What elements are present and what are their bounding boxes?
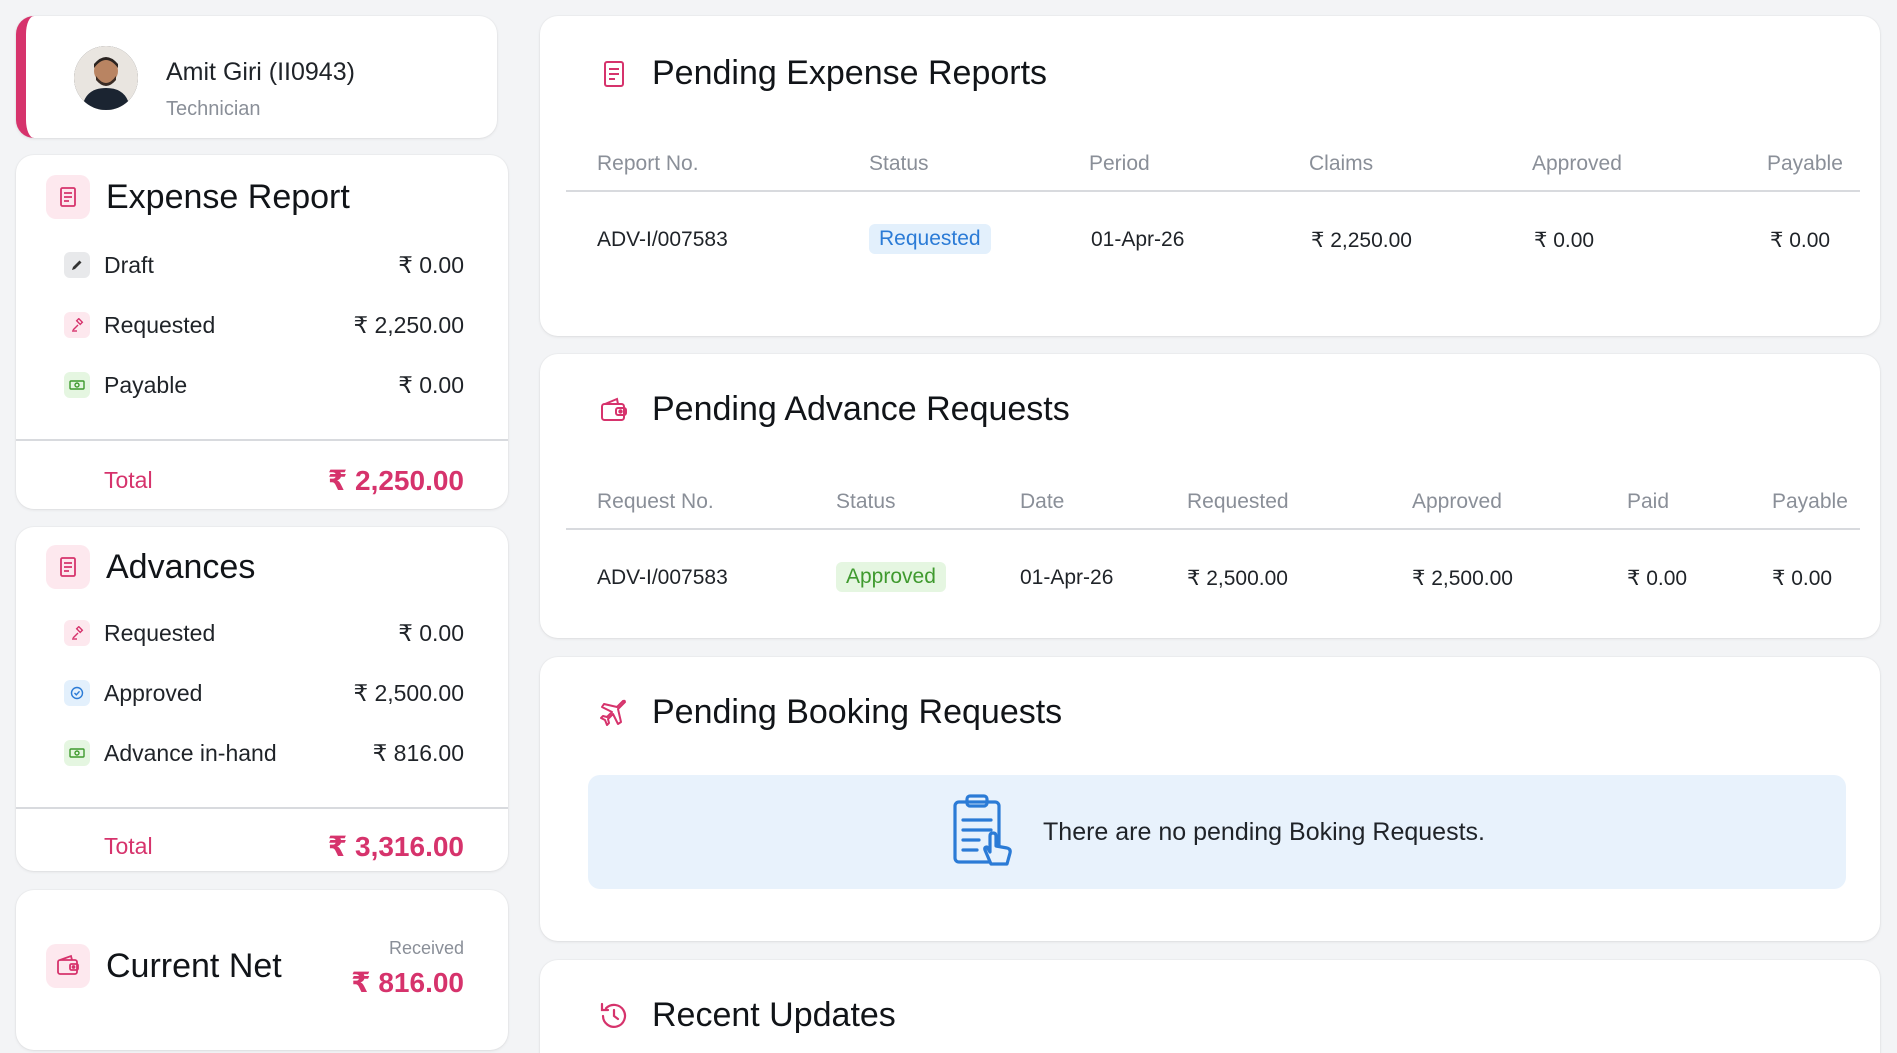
receipt-icon [46, 175, 90, 219]
profile-role: Technician [166, 98, 261, 120]
receipt-icon [46, 545, 90, 589]
advances-total-value: ₹ 3,316.00 [327, 830, 464, 862]
col-paid: Paid [1627, 490, 1670, 513]
expense-total-label: Total [104, 466, 153, 493]
advances-card: Advances Requested ₹ 0.00 Approved ₹ 2,5… [16, 527, 508, 871]
recent-updates-card: Recent Updates [540, 960, 1880, 1053]
recent-updates-title: Recent Updates [652, 996, 896, 1034]
claims-cell: ₹ 2,250.00 [1311, 229, 1412, 252]
expense-draft-row[interactable]: Draft ₹ 0.00 [64, 245, 464, 285]
col-status: Status [869, 152, 929, 175]
current-net-title: Current Net [106, 946, 282, 985]
received-value: ₹ 816.00 [351, 967, 464, 998]
expense-report-title: Expense Report [106, 177, 350, 216]
col-requested: Requested [1187, 490, 1289, 513]
pending-expense-reports-title: Pending Expense Reports [652, 54, 1048, 92]
table-row[interactable]: ADV-I/007583 Approved 01-Apr-26 ₹ 2,500.… [566, 558, 1860, 602]
current-net-header: Current Net [46, 944, 282, 988]
gavel-icon [64, 312, 90, 338]
expense-payable-value: ₹ 0.00 [398, 371, 464, 398]
pending-booking-requests-title: Pending Booking Requests [652, 693, 1063, 731]
request-no-cell[interactable]: ADV-I/007583 [597, 566, 728, 590]
expense-draft-label: Draft [104, 251, 154, 278]
status-badge: Approved [836, 562, 946, 592]
advances-inhand-value: ₹ 816.00 [372, 739, 464, 766]
col-status: Status [836, 490, 896, 513]
period-cell: 01-Apr-26 [1091, 228, 1185, 251]
date-cell: 01-Apr-26 [1020, 566, 1114, 589]
col-request-no: Request No. [597, 490, 714, 513]
advances-approved-label: Approved [104, 679, 203, 706]
expense-requested-label: Requested [104, 311, 216, 338]
expense-draft-value: ₹ 0.00 [398, 251, 464, 278]
table-row[interactable]: ADV-I/007583 Requested 01-Apr-26 ₹ 2,250… [566, 220, 1860, 264]
col-payable: Payable [1772, 490, 1848, 513]
col-approved: Approved [1412, 490, 1502, 513]
advances-title: Advances [106, 547, 256, 586]
report-no-cell[interactable]: ADV-I/007583 [597, 228, 728, 252]
empty-state: There are no pending Boking Requests. [588, 775, 1846, 889]
history-icon [596, 998, 632, 1034]
expense-report-header: Expense Report [46, 175, 350, 219]
expense-requested-row[interactable]: Requested ₹ 2,250.00 [64, 305, 464, 345]
receipt-icon [596, 56, 632, 92]
paid-cell: ₹ 0.00 [1627, 567, 1688, 590]
expense-payable-label: Payable [104, 371, 188, 398]
pending-expense-reports-card: Pending Expense Reports Report No. Statu… [540, 16, 1880, 336]
received-label: Received [388, 938, 464, 958]
pending-advance-requests-title: Pending Advance Requests [652, 390, 1070, 428]
profile-name: Amit Giri (II0943) [166, 58, 355, 86]
advances-requested-label: Requested [104, 619, 216, 646]
current-net-card: Current Net Received ₹ 816.00 [16, 890, 508, 1050]
advance-requests-table-header: Request No. Status Date Requested Approv… [566, 490, 1860, 530]
advances-total-label: Total [104, 832, 153, 859]
pending-booking-requests-header: Pending Booking Requests [596, 693, 1062, 732]
wallet-icon [46, 944, 90, 988]
expense-total-value: ₹ 2,250.00 [327, 464, 464, 496]
pending-booking-requests-card: Pending Booking Requests There are no pe… [540, 657, 1880, 941]
advances-requested-row[interactable]: Requested ₹ 0.00 [64, 613, 464, 653]
advances-header: Advances [46, 545, 255, 589]
gavel-icon [64, 620, 90, 646]
pending-advance-requests-card: Pending Advance Requests Request No. Sta… [540, 354, 1880, 638]
approved-cell: ₹ 0.00 [1534, 229, 1595, 252]
clipboard-icon [949, 792, 1019, 873]
cash-icon [64, 740, 90, 766]
expense-payable-row[interactable]: Payable ₹ 0.00 [64, 365, 464, 405]
advances-inhand-label: Advance in-hand [104, 739, 277, 766]
empty-message: There are no pending Boking Requests. [1043, 817, 1485, 846]
expense-report-card: Expense Report Draft ₹ 0.00 Requested ₹ … [16, 155, 508, 509]
payable-cell: ₹ 0.00 [1772, 567, 1833, 590]
pending-advance-requests-header: Pending Advance Requests [596, 390, 1070, 429]
cash-icon [64, 372, 90, 398]
divider [16, 439, 508, 441]
advances-inhand-row[interactable]: Advance in-hand ₹ 816.00 [64, 733, 464, 773]
pencil-icon [64, 252, 90, 278]
avatar [74, 46, 138, 110]
status-badge: Requested [869, 224, 991, 254]
advances-requested-value: ₹ 0.00 [398, 619, 464, 646]
payable-cell: ₹ 0.00 [1770, 229, 1831, 252]
wallet-icon [596, 392, 632, 428]
col-date: Date [1020, 490, 1065, 513]
advances-approved-row[interactable]: Approved ₹ 2,500.00 [64, 673, 464, 713]
pending-expense-reports-header: Pending Expense Reports [596, 54, 1047, 93]
col-approved: Approved [1532, 152, 1622, 175]
col-claims: Claims [1309, 152, 1374, 175]
expense-total-row: Total ₹ 2,250.00 [104, 455, 464, 505]
divider [16, 807, 508, 809]
col-period: Period [1089, 152, 1150, 175]
expense-reports-table-header: Report No. Status Period Claims Approved… [566, 152, 1860, 192]
col-payable: Payable [1767, 152, 1843, 175]
airplane-icon [596, 695, 632, 731]
check-circle-icon [64, 680, 90, 706]
expense-requested-value: ₹ 2,250.00 [353, 311, 464, 338]
approved-cell: ₹ 2,500.00 [1412, 567, 1513, 590]
advances-total-row: Total ₹ 3,316.00 [104, 821, 464, 871]
requested-cell: ₹ 2,500.00 [1187, 567, 1288, 590]
profile-card[interactable]: Amit Giri (II0943) Technician [16, 16, 497, 138]
recent-updates-header: Recent Updates [596, 996, 896, 1035]
advances-approved-value: ₹ 2,500.00 [353, 679, 464, 706]
col-report-no: Report No. [597, 152, 699, 175]
